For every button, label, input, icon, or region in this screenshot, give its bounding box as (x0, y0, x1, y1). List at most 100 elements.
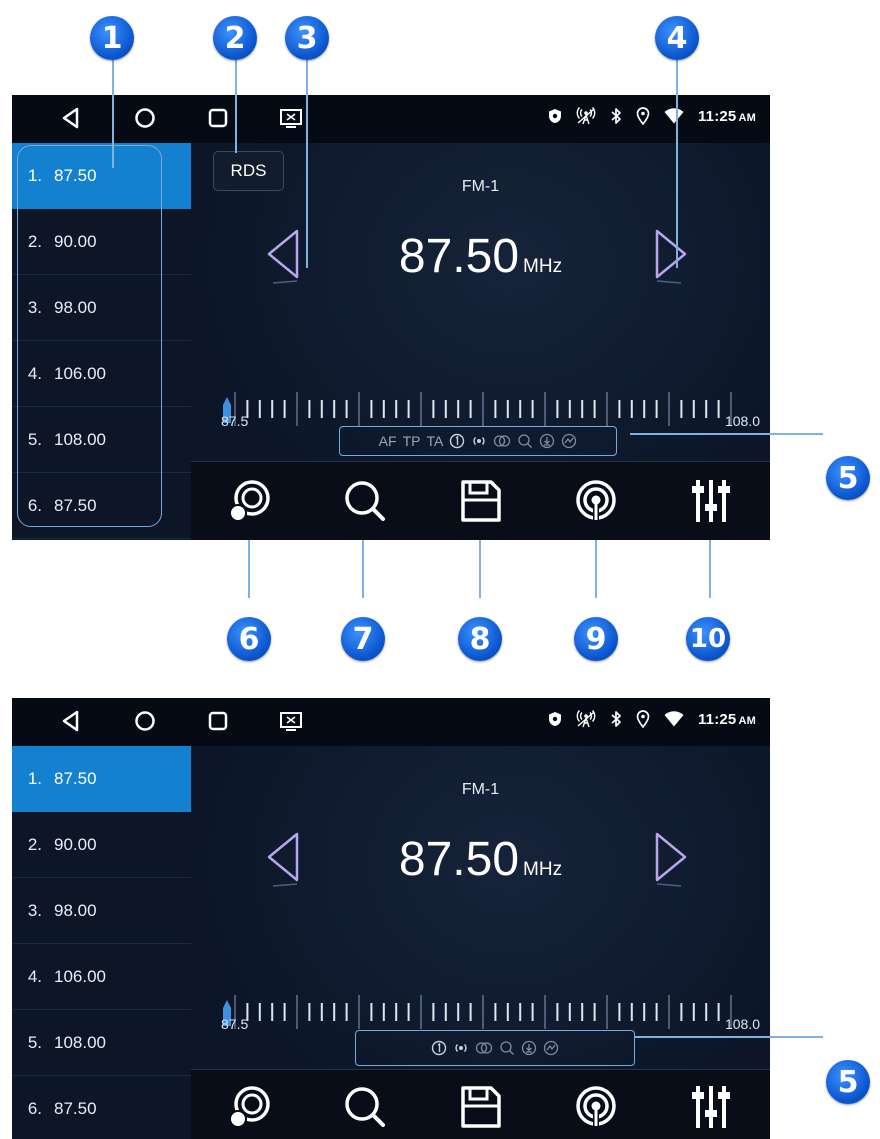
callout-3: 3 (285, 16, 329, 60)
screen-icon[interactable] (278, 105, 304, 131)
status-icons: 11:25 AM (548, 710, 756, 728)
download-flag-icon (540, 433, 555, 449)
scale-max-label: 108.0 (724, 1016, 760, 1032)
leader-line-2 (235, 58, 237, 153)
home-icon[interactable] (132, 105, 158, 131)
broadcast-icon (576, 480, 616, 520)
band-switch-icon (229, 480, 270, 522)
callout-9: 9 (574, 617, 618, 661)
home-icon[interactable] (132, 708, 158, 734)
back-icon[interactable] (58, 708, 84, 734)
broadcast-icon (576, 1086, 616, 1126)
shield-icon (548, 109, 561, 123)
preset-list-highlight (17, 145, 162, 527)
preset-list: 1. 87.50 2. 90.00 3. 98.00 4. 106.00 5. 108.0… (12, 746, 191, 1139)
preset-item[interactable]: 1. 87.50 (12, 746, 191, 812)
shield-icon (548, 712, 561, 726)
tuning-scale[interactable] (221, 992, 741, 1032)
tuning-scale[interactable] (221, 389, 741, 429)
equalizer-button[interactable] (680, 1076, 742, 1138)
band-switch-button[interactable] (219, 470, 281, 532)
leader-line-5a (630, 433, 823, 435)
save-icon (461, 480, 501, 522)
leader-line-7 (362, 540, 364, 598)
bluetooth-icon (611, 108, 621, 124)
leader-line-6 (248, 540, 250, 598)
callout-5b: 5 (826, 1060, 870, 1104)
search-button[interactable] (334, 470, 396, 532)
search-button[interactable] (334, 1076, 396, 1138)
leader-line-3 (306, 58, 308, 268)
status-bar: 11:25 AM (12, 698, 770, 746)
bottom-toolbar (191, 462, 770, 540)
bluetooth-icon (611, 711, 621, 727)
preset-item[interactable]: 5. 108.00 (12, 1010, 191, 1076)
recent-apps-icon[interactable] (205, 708, 231, 734)
band-label: FM-1 (461, 178, 500, 195)
band-switch-button[interactable] (219, 1076, 281, 1138)
stereo-icon (475, 1042, 493, 1054)
preset-item[interactable]: 4. 106.00 (12, 944, 191, 1010)
radio-screen-rds-off: 11:25 AM 1. 87.50 2. 90.00 3. 98.00 4. 106.00… (12, 698, 770, 1139)
news-flag-icon (562, 433, 577, 449)
broadcast-button[interactable] (565, 470, 627, 532)
callout-6: 6 (227, 617, 271, 661)
download-flag-icon (521, 1040, 537, 1056)
scale-min-label: 87.5 (221, 413, 249, 429)
one-circle-icon (450, 433, 465, 449)
search-icon (345, 481, 385, 521)
save-button[interactable] (449, 1076, 511, 1138)
status-bar: 11:25 AM (12, 95, 770, 143)
preset-item[interactable]: 3. 98.00 (12, 878, 191, 944)
save-button[interactable] (449, 470, 511, 532)
location-icon (636, 710, 650, 728)
tuner-panel: FM-1 87.50 MHz 87.5 108.0 (191, 746, 770, 1139)
radio-signal-icon (576, 710, 596, 728)
location-icon (636, 107, 650, 125)
band-label: FM-1 (461, 781, 500, 798)
af-flag: AF (378, 433, 397, 449)
leader-line-4 (676, 58, 678, 268)
recent-apps-icon[interactable] (205, 105, 231, 131)
rds-flags-bar (355, 1030, 635, 1066)
equalizer-icon (692, 1086, 730, 1128)
status-clock: 11:25 AM (697, 710, 756, 728)
callout-8: 8 (458, 617, 502, 661)
broadcast-button[interactable] (565, 1076, 627, 1138)
tuner-panel: RDS FM-1 87.50 MHz 87.5 108.0 AF TP TA (191, 143, 770, 540)
rds-flags-bar: AF TP TA (339, 426, 617, 456)
wifi-icon (664, 108, 684, 124)
band-switch-icon (229, 1086, 270, 1128)
seek-forward-arrow-icon[interactable] (651, 223, 691, 289)
scale-max-label: 108.0 (724, 413, 760, 429)
seek-forward-arrow-icon[interactable] (651, 826, 691, 892)
news-flag-icon (543, 1040, 559, 1056)
callout-2: 2 (213, 16, 257, 60)
callout-4: 4 (655, 16, 699, 60)
equalizer-icon (692, 480, 730, 522)
screen-icon[interactable] (278, 708, 304, 734)
preset-item[interactable]: 2. 90.00 (12, 812, 191, 878)
leader-line-1 (112, 58, 114, 168)
tp-flag: TP (402, 433, 421, 449)
status-icons: 11:25 AM (548, 107, 756, 125)
stereo-icon (494, 435, 511, 447)
preset-item[interactable]: 6. 87.50 (12, 1076, 191, 1139)
leader-line-5b (634, 1036, 823, 1038)
leader-line-9 (595, 540, 597, 598)
ta-flag: TA (426, 433, 444, 449)
search-icon (345, 1087, 385, 1127)
callout-5a: 5 (826, 456, 870, 500)
bottom-toolbar (191, 1070, 770, 1139)
leader-line-10 (709, 540, 711, 598)
radio-screen-annotated: 11:25 AM 1. 87.50 2. 90.00 3. 98.00 4. 106.00… (12, 95, 770, 540)
search-flag-icon (518, 434, 533, 448)
leader-line-8 (479, 540, 481, 598)
radio-signal-icon (576, 107, 596, 125)
save-icon (461, 1086, 501, 1128)
back-icon[interactable] (58, 105, 84, 131)
equalizer-button[interactable] (680, 470, 742, 532)
callout-1: 1 (90, 16, 134, 60)
status-clock: 11:25 AM (697, 107, 756, 125)
wifi-icon (664, 711, 684, 727)
